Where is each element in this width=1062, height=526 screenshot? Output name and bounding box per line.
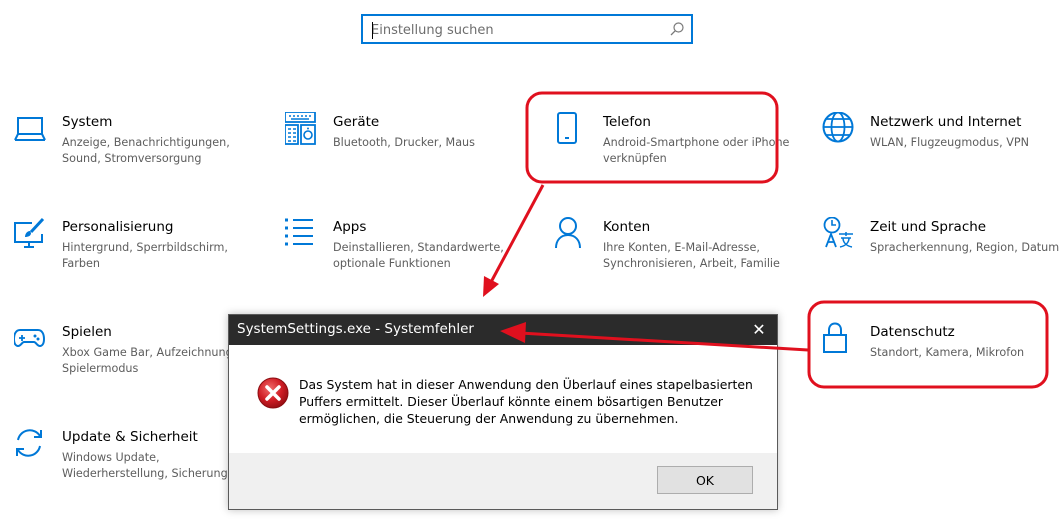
tile-update-security[interactable]: Update & Sicherheit Windows Update, Wied…	[14, 427, 254, 507]
globe-icon	[822, 111, 856, 146]
tile-description: Android-Smartphone oder iPhone verknüpfe…	[603, 136, 790, 165]
laptop-icon	[14, 112, 48, 146]
text-caret	[372, 22, 373, 39]
tile-description: Deinstallieren, Standardwerte, optionale…	[333, 241, 504, 270]
tile-description: WLAN, Flugzeugmodus, VPN	[870, 136, 1030, 149]
tile-personalization[interactable]: Personalisierung Hintergrund, Sperrbilds…	[14, 217, 254, 297]
paint-icon	[14, 217, 48, 251]
dialog-footer: OK	[229, 453, 777, 509]
tile-system[interactable]: System Anzeige, Benachrichtigungen, Soun…	[14, 112, 254, 192]
lock-icon	[822, 322, 856, 356]
dialog-title: SystemSettings.exe - Systemfehler	[237, 321, 474, 337]
tile-privacy[interactable]: Datenschutz Standort, Kamera, Mikrofon	[822, 322, 1062, 402]
tile-title: Spielen	[62, 324, 112, 340]
tile-title: Personalisierung	[62, 219, 174, 235]
search-icon	[670, 22, 684, 36]
tile-accounts[interactable]: Konten Ihre Konten, E-Mail-Adresse, Sync…	[555, 217, 795, 297]
tile-description: Ihre Konten, E-Mail-Adresse, Synchronisi…	[603, 241, 780, 270]
dialog-message: Das System hat in dieser Anwendung den Ü…	[299, 377, 753, 426]
tile-title: System	[62, 114, 113, 130]
tile-title: Telefon	[603, 114, 651, 130]
error-icon	[257, 377, 289, 409]
close-icon[interactable]: ✕	[747, 318, 771, 342]
tile-title: Datenschutz	[870, 324, 955, 340]
person-icon	[555, 217, 589, 251]
search-input[interactable]	[371, 20, 661, 40]
ok-button[interactable]: OK	[657, 466, 753, 494]
tile-description: Hintergrund, Sperrbildschirm, Farben	[62, 241, 228, 270]
tile-title: Netzwerk und Internet	[870, 114, 1022, 130]
tile-title: Konten	[603, 219, 651, 235]
tile-description: Standort, Kamera, Mikrofon	[870, 346, 1025, 359]
tile-title: Update & Sicherheit	[62, 429, 198, 445]
error-dialog: SystemSettings.exe - Systemfehler ✕ Das …	[228, 314, 778, 510]
tile-description: Bluetooth, Drucker, Maus	[333, 136, 475, 149]
devices-icon	[284, 111, 319, 146]
apps-list-icon	[285, 217, 319, 251]
tile-phone[interactable]: Telefon Android-Smartphone oder iPhone v…	[555, 112, 795, 192]
search-box[interactable]	[361, 14, 693, 44]
tile-title: Geräte	[333, 114, 380, 130]
tile-network[interactable]: Netzwerk und Internet WLAN, Flugzeugmodu…	[822, 111, 1062, 192]
tile-title: Zeit und Sprache	[870, 219, 987, 235]
tile-title: Apps	[333, 219, 367, 235]
tile-time-language[interactable]: Zeit und Sprache Spracherkennung, Region…	[822, 216, 1062, 297]
tile-description: Spracherkennung, Region, Datum	[870, 241, 1060, 254]
time-language-icon	[822, 216, 856, 251]
tile-gaming[interactable]: Spielen Xbox Game Bar, Aufzeichnungen, S…	[12, 322, 254, 402]
update-icon	[14, 427, 48, 461]
phone-icon	[555, 112, 589, 146]
tile-description: Windows Update, Wiederherstellung, Siche…	[62, 451, 228, 480]
tile-devices[interactable]: Geräte Bluetooth, Drucker, Maus	[284, 111, 525, 192]
gamepad-icon	[12, 322, 48, 356]
tile-description: Anzeige, Benachrichtigungen, Sound, Stro…	[62, 136, 230, 165]
tile-apps[interactable]: Apps Deinstallieren, Standardwerte, opti…	[285, 217, 525, 297]
tile-description: Xbox Game Bar, Aufzeichnungen, Spielermo…	[62, 346, 251, 375]
dialog-titlebar[interactable]: SystemSettings.exe - Systemfehler ✕	[229, 315, 777, 345]
